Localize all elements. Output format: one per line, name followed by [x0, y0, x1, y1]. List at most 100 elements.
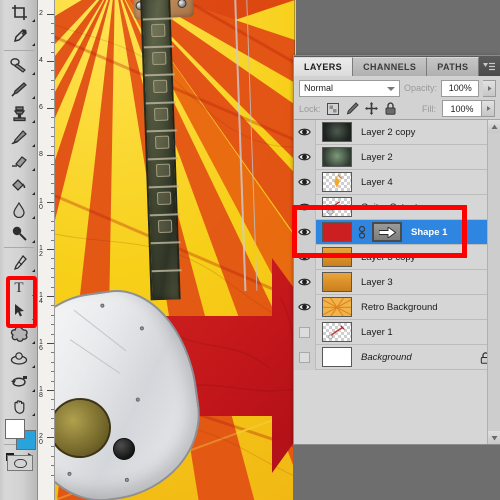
layers-scrollbar[interactable]: [487, 120, 500, 444]
svg-text:T: T: [14, 280, 23, 295]
ruler-minor-tick: [51, 352, 54, 354]
pen-tool[interactable]: [0, 250, 38, 274]
photoshop-window: 2468101214161820 T LAYERS CHANNELS PATHS…: [0, 0, 500, 500]
3d-orbit-tool[interactable]: [0, 346, 38, 370]
layer-thumbnail[interactable]: [322, 122, 352, 142]
ruler-minor-tick: [51, 98, 54, 100]
clone-stamp-tool[interactable]: [0, 101, 38, 125]
color-swatches[interactable]: [5, 419, 36, 450]
layer-name[interactable]: Layer 2: [361, 152, 500, 163]
layer-thumbnail[interactable]: [322, 222, 352, 242]
lock-transparent-pixels-icon[interactable]: [327, 102, 340, 115]
vertical-ruler[interactable]: 2 4 6 8 10 12 14 16 18 20: [38, 0, 55, 500]
layer-visibility-eye-icon[interactable]: [294, 169, 316, 195]
layer-row[interactable]: Layer 2 copy: [294, 120, 500, 145]
paint-bucket-tool[interactable]: [0, 173, 38, 197]
ruler-minor-tick: [51, 230, 54, 232]
opacity-stepper[interactable]: [483, 79, 496, 97]
tab-layers[interactable]: LAYERS: [294, 57, 354, 76]
layer-visibility-eye-icon[interactable]: [294, 144, 316, 170]
healing-brush-tool[interactable]: [0, 53, 38, 77]
layer-row[interactable]: Background: [294, 344, 500, 370]
layer-visibility-toggle[interactable]: [294, 344, 316, 370]
ruler-minor-tick: [51, 164, 54, 166]
layer-thumbnail[interactable]: [322, 247, 352, 267]
layer-visibility-eye-icon[interactable]: [294, 219, 316, 245]
layer-name[interactable]: Layer 2 copy: [361, 127, 500, 138]
layer-visibility-eye-icon[interactable]: [294, 120, 316, 145]
ruler-minor-tick: [51, 408, 54, 410]
layer-row[interactable]: Guitar Cutout: [294, 194, 500, 220]
opacity-input[interactable]: 100%: [441, 79, 480, 97]
scroll-up-arrow-icon[interactable]: [488, 120, 500, 133]
blend-mode-row[interactable]: Normal Opacity: 100%: [294, 76, 500, 98]
ruler-minor-tick: [51, 258, 54, 260]
scroll-down-arrow-icon[interactable]: [488, 431, 500, 444]
layer-visibility-eye-icon[interactable]: [294, 194, 316, 220]
ruler-minor-tick: [51, 117, 54, 119]
ruler-minor-tick: [51, 333, 54, 335]
blur-tool[interactable]: [0, 197, 38, 221]
vector-mask-thumbnail[interactable]: [372, 222, 402, 242]
layer-row[interactable]: Layer 3 copy: [294, 244, 500, 270]
ruler-minor-tick: [51, 239, 54, 241]
ruler-tick-label: 12: [39, 245, 43, 258]
layer-thumbnail[interactable]: [322, 297, 352, 317]
custom-shape-tool[interactable]: [0, 322, 38, 346]
ruler-minor-tick: [51, 305, 54, 307]
quick-mask-button[interactable]: [7, 455, 33, 471]
layer-thumbnail[interactable]: [322, 272, 352, 292]
history-brush-tool[interactable]: [0, 125, 38, 149]
layer-name[interactable]: Layer 3 copy: [361, 252, 500, 263]
type-tool[interactable]: T: [0, 274, 38, 298]
layer-visibility-toggle[interactable]: [294, 319, 316, 345]
crop-tool[interactable]: [0, 0, 38, 24]
layer-row[interactable]: Retro Background: [294, 294, 500, 320]
lock-row[interactable]: Lock: Fill: 100%: [294, 98, 500, 119]
layer-thumbnail[interactable]: [322, 322, 352, 342]
layer-row[interactable]: Layer 3: [294, 269, 500, 295]
layer-name[interactable]: Layer 3: [361, 277, 500, 288]
layer-visibility-eye-icon[interactable]: [294, 294, 316, 320]
lock-all-icon[interactable]: [384, 102, 397, 115]
layer-name[interactable]: Layer 1: [361, 327, 500, 338]
layer-link-icon[interactable]: [357, 225, 366, 239]
ruler-tick-label: 2: [39, 10, 43, 17]
layer-visibility-eye-icon[interactable]: [294, 269, 316, 295]
layer-name[interactable]: Guitar Cutout: [361, 202, 500, 213]
eraser-tool[interactable]: [0, 149, 38, 173]
fill-stepper[interactable]: [482, 100, 495, 117]
brush-tool[interactable]: [0, 77, 38, 101]
ruler-minor-tick: [51, 70, 54, 72]
blend-mode-select[interactable]: Normal: [299, 79, 400, 97]
artwork[interactable]: [55, 0, 295, 500]
fill-input[interactable]: 100%: [442, 100, 482, 117]
layer-row[interactable]: Layer 4: [294, 169, 500, 195]
layer-row[interactable]: Layer 1: [294, 319, 500, 345]
foreground-color-swatch[interactable]: [5, 419, 25, 439]
tools-panel[interactable]: T: [0, 0, 38, 500]
eyedropper-tool[interactable]: [0, 24, 38, 48]
panel-tab-bar[interactable]: LAYERS CHANNELS PATHS: [294, 56, 500, 76]
layer-thumbnail[interactable]: [322, 197, 352, 217]
layer-name[interactable]: Background: [361, 352, 480, 363]
lock-position-icon[interactable]: [364, 102, 378, 115]
layer-row[interactable]: Layer 2: [294, 144, 500, 170]
layer-thumbnail[interactable]: [322, 347, 352, 367]
layer-visibility-eye-icon[interactable]: [294, 244, 316, 270]
dodge-tool[interactable]: [0, 221, 38, 245]
layer-name[interactable]: Layer 4: [361, 177, 500, 188]
3d-rotate-tool[interactable]: [0, 370, 38, 394]
layer-name[interactable]: Retro Background: [361, 302, 500, 313]
path-selection-tool[interactable]: [0, 298, 38, 322]
tab-channels[interactable]: CHANNELS: [353, 57, 428, 76]
lock-image-pixels-icon[interactable]: [346, 102, 359, 115]
panel-menu-icon[interactable]: [482, 61, 496, 73]
layer-row[interactable]: Shape 1: [294, 219, 500, 245]
hand-tool[interactable]: [0, 394, 38, 418]
layer-thumbnail[interactable]: [322, 172, 352, 192]
tab-paths[interactable]: PATHS: [427, 57, 480, 76]
layer-list[interactable]: Layer 2 copy Layer 2 Layer 4 Guitar Cutout S…: [294, 119, 500, 444]
layer-thumbnail[interactable]: [322, 147, 352, 167]
layers-panel[interactable]: LAYERS CHANNELS PATHS Normal Opacity: 10…: [293, 55, 500, 445]
